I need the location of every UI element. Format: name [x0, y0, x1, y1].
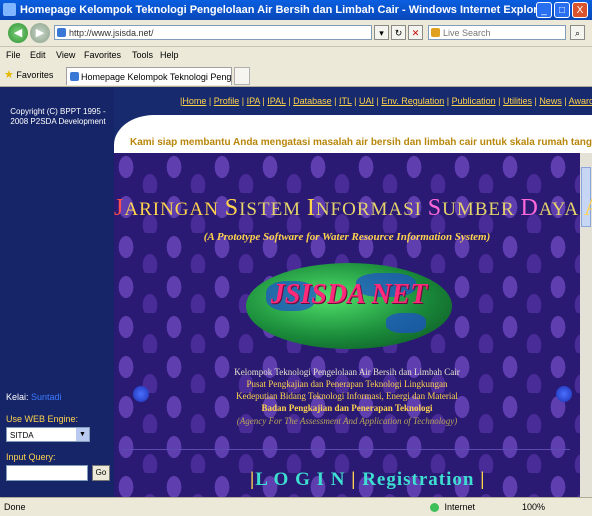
org-line-1: Kelompok Teknologi Pengelolaan Air Bersi…	[234, 367, 460, 377]
divider	[122, 449, 570, 450]
address-text: http://www.jsisda.net/	[69, 28, 154, 38]
tab-active[interactable]: Homepage Kelompok Teknologi Pengelolaan …	[66, 67, 232, 85]
org-line-3: Kedeputian Bidang Teknologi Informasi, E…	[236, 391, 458, 401]
nav-ipal[interactable]: IPAL	[267, 96, 286, 106]
address-dropdown-button[interactable]: ▾	[374, 25, 389, 40]
page-content: Copyright (C) BPPT 1995 - 2008 P2SDA Dev…	[0, 87, 592, 497]
go-button[interactable]: Go	[92, 465, 110, 481]
org-line-5: (Agency For The Assessment And Applicati…	[236, 416, 458, 426]
ie-icon	[3, 3, 16, 16]
live-search-icon	[431, 28, 440, 37]
auth-links: |L O G I N | Registration |	[250, 469, 486, 490]
zoom-level[interactable]: 100%	[522, 498, 545, 516]
nav-publication[interactable]: Publication	[452, 96, 496, 106]
nav-uai[interactable]: UAI	[359, 96, 374, 106]
org-line-2: Pusat Pengkajian dan Penerapan Teknologi…	[246, 379, 448, 389]
refresh-button[interactable]: ↻	[391, 25, 406, 40]
title-word: ISTEM	[239, 199, 307, 220]
title-letter: I	[306, 195, 316, 221]
address-bar[interactable]: http://www.jsisda.net/	[54, 25, 372, 40]
status-text: Done	[4, 502, 26, 512]
page-icon	[57, 28, 66, 37]
chevron-down-icon: ▼	[76, 428, 89, 441]
maximize-button[interactable]: □	[554, 2, 570, 18]
menu-tools[interactable]: Tools	[132, 47, 153, 64]
nav-database[interactable]: Database	[293, 96, 332, 106]
menu-file[interactable]: File	[6, 47, 21, 64]
zone-label: Internet	[444, 502, 476, 512]
kelai-label: Kelai:	[6, 392, 29, 402]
nav-itl[interactable]: ITL	[339, 96, 352, 106]
tab-label: Homepage Kelompok Teknologi Pengelolaan …	[81, 72, 232, 82]
nav-awards[interactable]: Awards	[569, 96, 592, 106]
close-button[interactable]: X	[572, 2, 588, 18]
title-letter: A	[584, 195, 592, 221]
page-icon	[70, 72, 79, 81]
zone-indicator: Internet	[430, 498, 475, 516]
search-input[interactable]: Live Search	[428, 25, 566, 40]
title-letter: J	[114, 195, 125, 221]
new-tab-button[interactable]	[234, 67, 250, 85]
kelai-value: Suntadi	[31, 392, 62, 402]
engine-select[interactable]: SITDA ▼	[6, 427, 90, 442]
title-word: AYA	[538, 199, 584, 220]
title-bar: Homepage Kelompok Teknologi Pengelolaan …	[0, 0, 592, 20]
site-subtitle: (A Prototype Software for Water Resource…	[203, 231, 491, 243]
browser-window: Homepage Kelompok Teknologi Pengelolaan …	[0, 0, 592, 516]
sidebar: Copyright (C) BPPT 1995 - 2008 P2SDA Dev…	[0, 87, 114, 497]
nav-news[interactable]: News	[539, 96, 562, 106]
navigation-bar: ◀ ▶ http://www.jsisda.net/ ▾ ↻ ✕ Live Se…	[0, 20, 592, 47]
favorites-label: Favorites	[16, 70, 54, 80]
window-title: Homepage Kelompok Teknologi Pengelolaan …	[20, 4, 548, 16]
title-word: ARINGAN	[124, 199, 225, 220]
copyright-text: Copyright (C) BPPT 1995 - 2008 P2SDA Dev…	[10, 107, 106, 126]
engine-value: SITDA	[10, 431, 34, 440]
search-button[interactable]: ⌕	[570, 25, 585, 40]
title-word: UMBER	[442, 199, 521, 220]
query-label: Input Query:	[6, 452, 56, 462]
query-input[interactable]	[6, 465, 88, 481]
title-letter: D	[520, 195, 539, 221]
menu-favorites[interactable]: Favorites	[84, 47, 121, 64]
nav-home[interactable]: Home	[182, 96, 206, 106]
nav-ipa[interactable]: IPA	[247, 96, 260, 106]
status-bar: Done Internet 100%	[0, 497, 592, 516]
search-placeholder: Live Search	[443, 28, 491, 38]
favorites-button[interactable]: ★ Favorites	[4, 68, 53, 82]
nav-utilities[interactable]: Utilities	[503, 96, 532, 106]
star-icon: ★	[4, 69, 14, 81]
title-letter: S	[427, 195, 443, 221]
stop-button[interactable]: ✕	[408, 25, 423, 40]
title-word: NFORMASI	[315, 199, 428, 220]
registration-link[interactable]: Registration	[362, 469, 474, 490]
org-line-4: Badan Pengkajian dan Penerapan Teknologi	[261, 403, 433, 413]
menu-help[interactable]: Help	[160, 47, 179, 64]
minimize-button[interactable]: _	[536, 2, 552, 18]
login-link[interactable]: L O G I N	[255, 469, 345, 490]
nav-env-regulation[interactable]: Env. Regulation	[381, 96, 444, 106]
menu-view[interactable]: View	[56, 47, 75, 64]
top-navigation: |Home | Profile | IPA | IPAL | Database …	[180, 95, 592, 107]
title-letter: S	[224, 195, 240, 221]
header-wave	[114, 115, 592, 155]
nav-profile[interactable]: Profile	[214, 96, 240, 106]
globe-icon	[430, 503, 439, 513]
back-button[interactable]: ◀	[8, 23, 28, 43]
site-title: JARINGAN SISTEM INFORMASI SUMBER DAYA AI…	[114, 195, 592, 222]
engine-label: Use WEB Engine:	[6, 414, 79, 424]
logo-text: JSISDA NET	[270, 279, 428, 310]
kelai-field: Kelai: Suntadi	[6, 392, 62, 402]
forward-button[interactable]: ▶	[30, 23, 50, 43]
menu-bar: File Edit View Favorites Tools Help	[0, 47, 592, 65]
menu-edit[interactable]: Edit	[30, 47, 46, 64]
tab-bar: ★ Favorites Homepage Kelompok Teknologi …	[0, 64, 592, 87]
marquee-text: Kami siap membantu Anda mengatasi masala…	[130, 137, 592, 148]
